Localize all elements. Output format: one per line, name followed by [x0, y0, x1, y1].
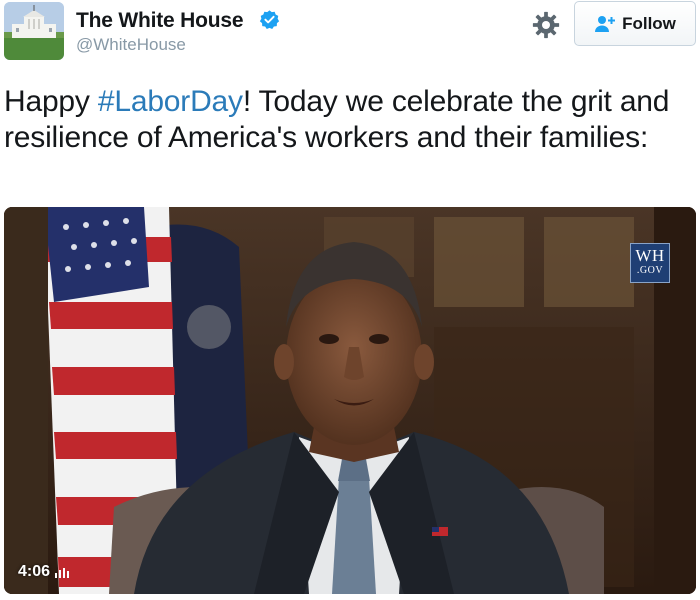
gear-icon[interactable]: [531, 10, 561, 40]
follow-button-label: Follow: [622, 13, 676, 33]
hashtag-link[interactable]: #LaborDay: [98, 85, 243, 118]
volume-bars-icon: [55, 568, 70, 578]
account-handle[interactable]: @WhiteHouse: [76, 35, 186, 55]
wh-logo-top: WH: [635, 246, 665, 265]
follow-button[interactable]: Follow: [574, 1, 696, 46]
tweet-text-before: Happy: [4, 85, 98, 118]
tweet-text: Happy #LaborDay! Today we celebrate the …: [4, 84, 694, 156]
video-duration-text: 4:06: [18, 563, 51, 580]
wh-gov-logo: WH .GOV: [630, 243, 670, 283]
white-house-avatar-image: [4, 2, 64, 60]
video-player[interactable]: WH .GOV 4:06: [4, 207, 696, 594]
account-name[interactable]: The White House: [76, 9, 244, 33]
avatar[interactable]: [4, 2, 64, 60]
add-user-icon: [595, 15, 616, 32]
video-frame-image: [4, 207, 696, 594]
verified-badge-icon: [259, 10, 280, 29]
tweet-card: The White House @WhiteHouse Follow Happy…: [0, 0, 700, 600]
wh-logo-bottom: .GOV: [636, 265, 664, 276]
video-duration: 4:06: [18, 563, 70, 581]
